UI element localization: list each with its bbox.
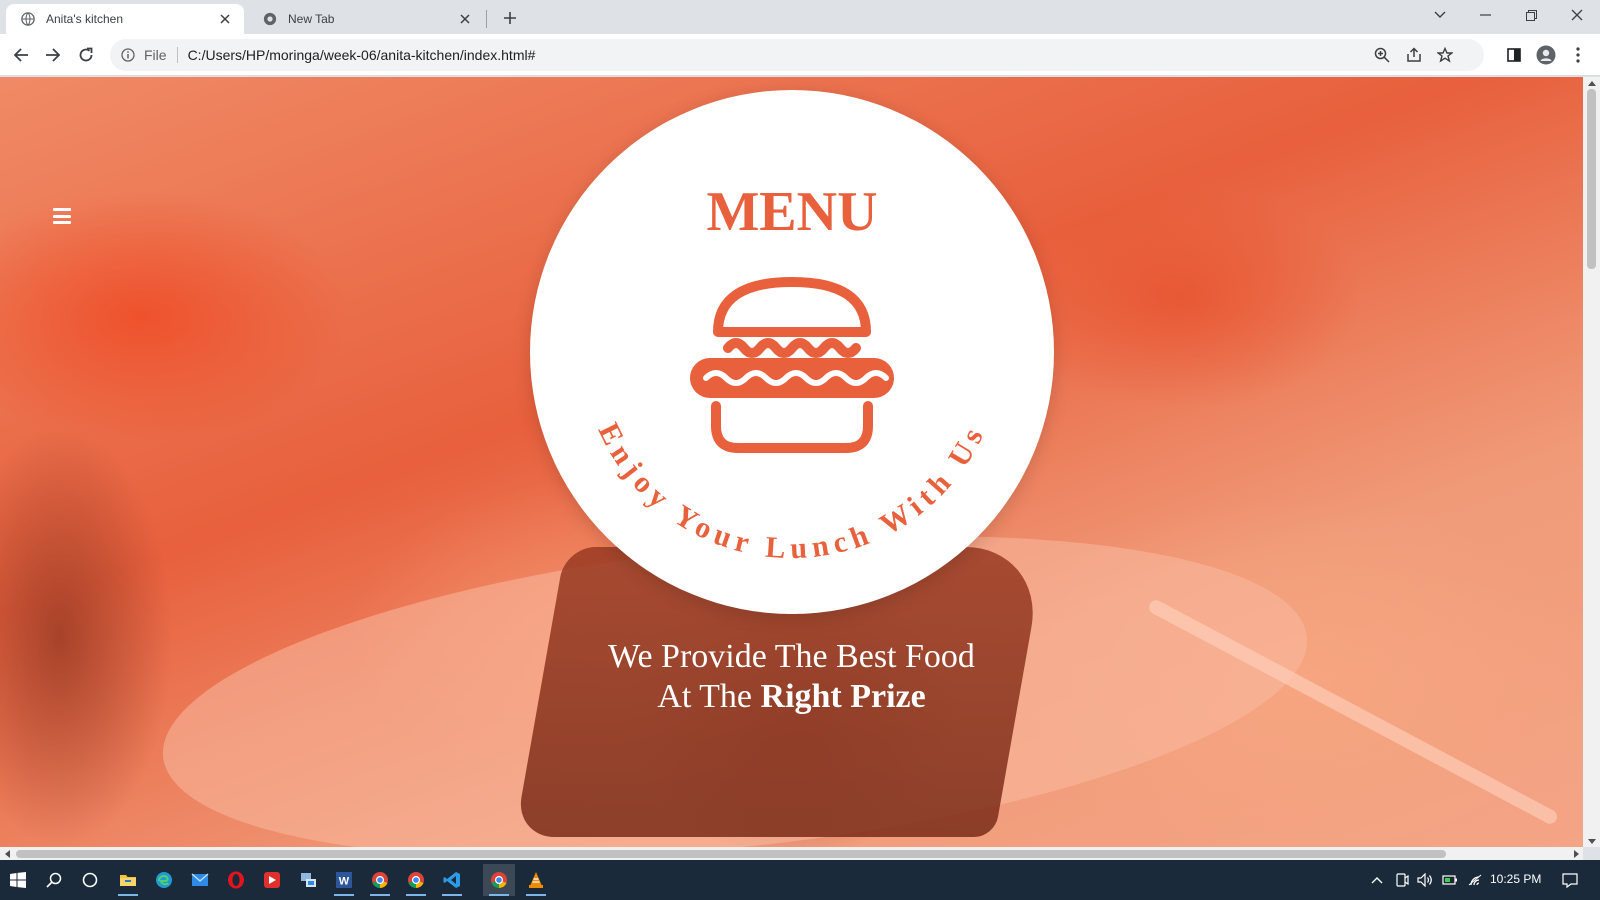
scroll-right-arrow-icon[interactable] [1569, 847, 1583, 860]
address-divider [176, 47, 178, 63]
share-icon[interactable] [1404, 45, 1424, 65]
minimize-button[interactable] [1462, 0, 1508, 30]
mail-icon[interactable] [184, 864, 216, 896]
windows-taskbar: W 10:25 PM [0, 860, 1600, 900]
scroll-down-arrow-icon[interactable] [1583, 835, 1600, 847]
tab-title: Anita's kitchen [46, 12, 123, 26]
tagline-line-1: We Provide The Best Food [608, 638, 975, 675]
network-app-icon[interactable] [292, 864, 324, 896]
chrome-icon[interactable] [483, 864, 515, 896]
close-tab-icon[interactable] [216, 10, 234, 28]
hamburger-menu-icon[interactable] [53, 208, 71, 224]
notifications-icon[interactable] [1560, 870, 1580, 890]
tab-anitas-kitchen[interactable]: Anita's kitchen [6, 4, 244, 34]
scroll-up-arrow-icon[interactable] [1583, 77, 1600, 89]
tagline-prefix: At The [657, 678, 753, 715]
chrome-icon [262, 11, 278, 27]
menu-title: MENU [706, 181, 877, 243]
vertical-scrollbar[interactable] [1583, 77, 1600, 847]
zoom-icon[interactable] [1372, 45, 1392, 65]
globe-icon [20, 11, 36, 27]
browser-toolbar: File C:/Users/HP/moringa/week-06/anita-k… [0, 34, 1600, 76]
forward-button[interactable] [39, 41, 67, 69]
reload-button[interactable] [72, 41, 100, 69]
url-text[interactable]: C:/Users/HP/moringa/week-06/anita-kitche… [188, 47, 536, 63]
media-icon[interactable] [256, 864, 288, 896]
scroll-left-arrow-icon[interactable] [0, 847, 14, 860]
close-tab-icon[interactable] [456, 10, 474, 28]
new-tab-button[interactable] [498, 6, 522, 30]
hero-tagline: We Provide The Best Food At The Right Pr… [0, 637, 1583, 717]
file-explorer-icon[interactable] [112, 864, 144, 896]
tagline-line-2: At The Right Prize [0, 677, 1583, 717]
tab-new-tab[interactable]: New Tab [248, 4, 484, 34]
wifi-icon[interactable] [1465, 870, 1485, 890]
address-bar[interactable]: File C:/Users/HP/moringa/week-06/anita-k… [110, 39, 1484, 71]
vscode-icon[interactable] [436, 864, 468, 896]
show-hidden-icons-icon[interactable] [1367, 870, 1387, 890]
edge-icon[interactable] [148, 864, 180, 896]
tagline-bold: Right Prize [760, 678, 926, 715]
restore-button[interactable] [1508, 0, 1554, 30]
opera-icon[interactable] [220, 864, 252, 896]
volume-icon[interactable] [1415, 870, 1435, 890]
battery-icon[interactable] [1440, 870, 1460, 890]
menu-logo-graphic: MENU Enjoy Your Lunch With Us [592, 181, 993, 566]
close-window-button[interactable] [1554, 0, 1600, 30]
start-icon[interactable] [2, 864, 34, 896]
side-panel-icon[interactable] [1504, 45, 1524, 65]
kebab-menu-icon[interactable] [1568, 45, 1588, 65]
vlc-icon[interactable] [520, 864, 552, 896]
profile-avatar-icon[interactable] [1536, 45, 1556, 65]
svg-text:W: W [339, 876, 350, 888]
cortana-icon[interactable] [74, 864, 106, 896]
bookmark-star-icon[interactable] [1435, 45, 1455, 65]
tab-divider [486, 10, 487, 28]
horizontal-scrollbar[interactable] [0, 847, 1583, 860]
logo-arc-text: Enjoy Your Lunch With Us [592, 418, 993, 566]
scheme-label: File [144, 47, 167, 63]
site-info-icon[interactable] [120, 47, 136, 63]
word-icon[interactable]: W [328, 864, 360, 896]
horizontal-scroll-thumb[interactable] [16, 850, 1446, 858]
chrome-icon[interactable] [400, 864, 432, 896]
tab-title: New Tab [288, 12, 335, 26]
tab-search-icon[interactable] [1417, 0, 1463, 30]
meet-now-icon[interactable] [1392, 870, 1412, 890]
vertical-scroll-thumb[interactable] [1587, 89, 1596, 269]
search-icon[interactable] [38, 864, 70, 896]
back-button[interactable] [7, 41, 35, 69]
taskbar-clock[interactable]: 10:25 PM [1490, 872, 1541, 886]
chrome-icon[interactable] [364, 864, 396, 896]
tab-strip: Anita's kitchen New Tab [0, 0, 1600, 34]
